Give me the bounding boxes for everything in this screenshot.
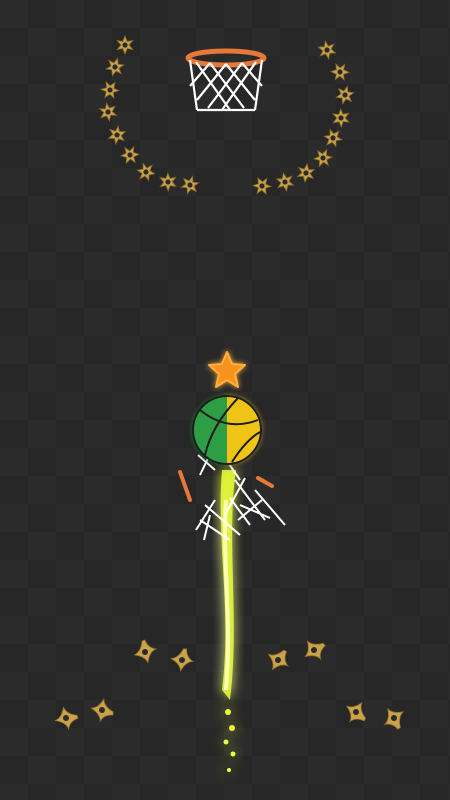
shuriken-icon: [133, 639, 157, 664]
spiked-ball-icon: [116, 35, 134, 55]
shuriken-icon: [86, 694, 119, 726]
spiked-ball-icon: [98, 77, 122, 103]
spiked-ball-icon: [177, 172, 203, 198]
spiked-ball-icon: [250, 173, 274, 199]
spiked-ball-icon: [320, 125, 346, 151]
spiked-ball-icon: [330, 63, 350, 81]
spiked-ball-icon: [315, 39, 339, 61]
spiked-ball-icon: [328, 106, 354, 130]
shuriken-icon: [299, 634, 330, 665]
shuriken-icon: [54, 706, 79, 730]
star: [208, 351, 246, 388]
basketball-icon: [192, 395, 262, 465]
game-canvas[interactable]: [0, 0, 450, 800]
spiked-ball-icon: [155, 170, 181, 194]
spiked-ball-icon: [296, 162, 316, 184]
shuriken-icon: [167, 644, 198, 675]
spike-ring: [95, 35, 357, 199]
spiked-ball-icon: [311, 146, 335, 170]
ball-trail: [220, 470, 236, 772]
spiked-ball-icon: [104, 55, 126, 79]
spiked-ball-icon: [333, 84, 357, 106]
shuriken-icon: [261, 643, 295, 677]
spiked-ball-icon: [135, 161, 157, 183]
basketball-hoop-icon: [185, 48, 267, 112]
star-icon: [208, 351, 246, 388]
spiked-ball-icon: [95, 99, 121, 125]
spiked-ball-icon: [119, 145, 141, 165]
broken-net-icon: [195, 449, 286, 541]
shuriken-icon: [339, 695, 373, 729]
spiked-ball-icon: [275, 171, 295, 193]
spiked-ball-icon: [105, 123, 129, 147]
target-hoop: [185, 48, 267, 112]
ball[interactable]: [192, 395, 262, 465]
shuriken-icon: [379, 703, 409, 734]
